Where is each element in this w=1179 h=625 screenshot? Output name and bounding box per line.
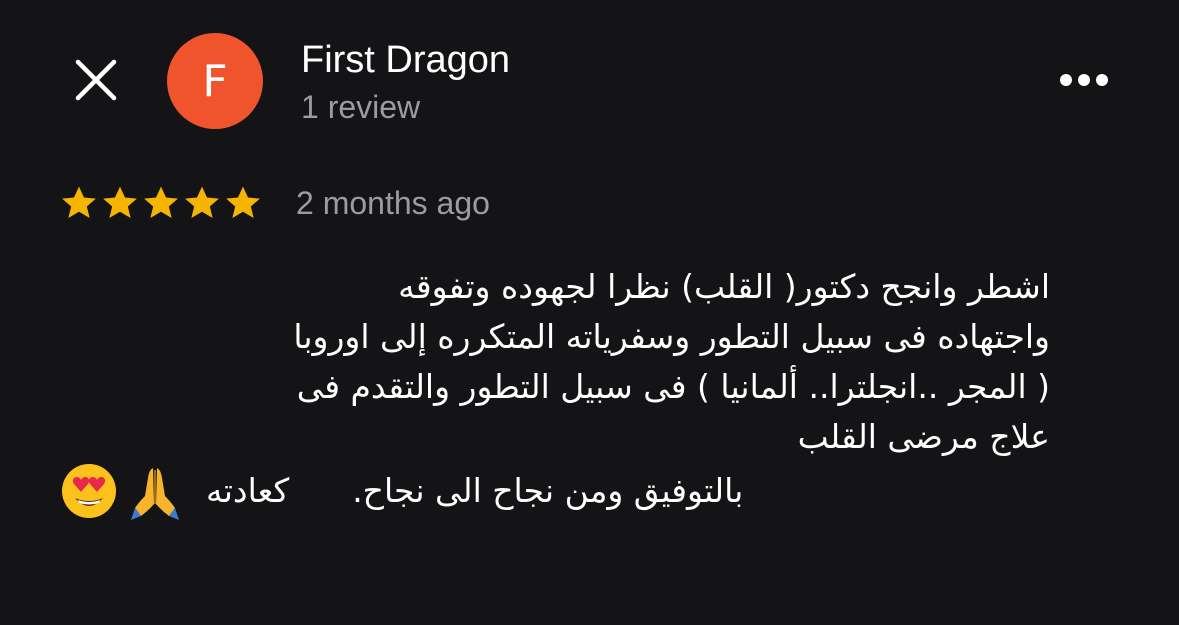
avatar[interactable]: F [167,33,263,129]
close-button[interactable] [66,52,126,112]
more-options-button[interactable] [1052,62,1116,102]
star-icon [142,185,183,223]
review-line: ( المجر ..انجلترا.. ألمانيا ) فى سبيل ال… [296,367,1050,406]
review-line: اشطر وانجح دكتور( القلب) نظرا لجهوده وتف… [398,267,1050,306]
review-count: 1 review [301,89,421,125]
more-options-icon [1059,73,1109,92]
review-line: علاج مرضى القلب [797,417,1050,456]
review-time: 2 months ago [296,185,490,221]
star-icon [183,185,224,223]
star-rating [60,184,265,224]
review-line: بالتوفيق ومن نجاح الى نجاح. كعادته [206,471,744,510]
review-last-line: بالتوفيق ومن نجاح الى نجاح. كعادته [60,462,1050,520]
heart-eyes-emoji [60,462,118,520]
star-icon [60,185,101,223]
review-line: واجتهاده فى سبيل التطور وسفرياته المتكرر… [293,317,1050,356]
avatar-letter: F [202,55,228,107]
review-text: اشطر وانجح دكتور( القلب) نظرا لجهوده وتف… [60,262,1050,520]
user-name[interactable]: First Dragon [301,38,510,82]
close-icon [74,58,118,107]
star-icon [101,185,142,223]
folded-hands-emoji [126,462,184,520]
star-icon [224,185,265,223]
